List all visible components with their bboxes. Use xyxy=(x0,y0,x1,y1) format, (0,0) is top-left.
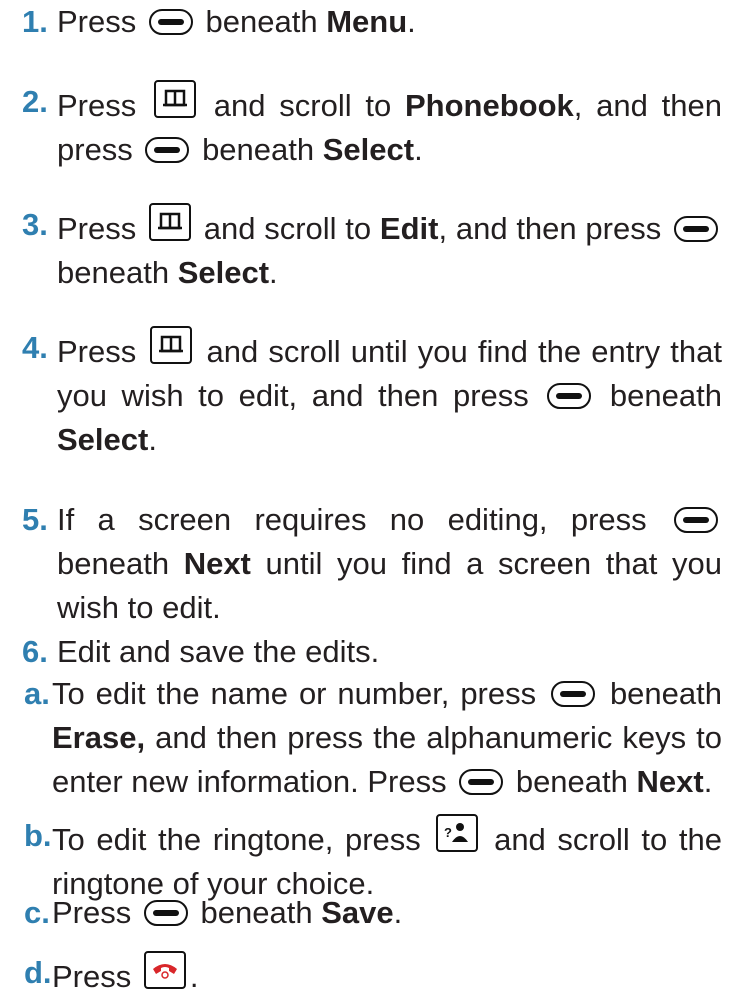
instruction-page: 1. Press beneath Menu. 2. Press and scro… xyxy=(0,0,729,1004)
text-segment: beneath xyxy=(200,895,313,930)
key-label: Select xyxy=(57,422,149,457)
substep-letter: c. xyxy=(24,895,50,930)
step-2: 2. Press and scroll to Phonebook, and th… xyxy=(22,80,722,172)
text-segment: and scroll to xyxy=(203,211,372,246)
text-segment: . xyxy=(407,4,416,39)
text-segment: beneath xyxy=(202,132,315,167)
text-segment: To edit the ringtone, press xyxy=(52,822,421,857)
text-segment: beneath xyxy=(609,676,722,711)
step-text: Press beneath Menu. xyxy=(57,0,722,44)
step-number: 5. xyxy=(22,502,48,537)
step-number: 1. xyxy=(22,4,48,39)
text-segment: Press xyxy=(52,959,132,994)
step-text: Press . xyxy=(52,951,722,999)
svg-text:?: ? xyxy=(444,825,452,840)
softkey-icon xyxy=(673,216,718,242)
key-label: Next xyxy=(636,764,704,799)
key-label: Menu xyxy=(326,4,408,39)
text-segment: beneath xyxy=(515,764,628,799)
softkey-icon xyxy=(143,900,188,926)
step-text: If a screen requires no editing, press b… xyxy=(57,498,722,630)
key-label: Next xyxy=(183,546,251,581)
text-segment: . xyxy=(269,255,278,290)
text-segment: beneath xyxy=(609,378,722,413)
end-call-key-icon xyxy=(143,951,186,989)
substep-d: d. Press . xyxy=(22,951,722,999)
key-label: Save xyxy=(321,895,394,930)
softkey-icon xyxy=(674,507,718,533)
substep-letter: d. xyxy=(24,955,52,990)
phonebook-key-icon xyxy=(149,203,191,241)
menu-item-label: Phonebook xyxy=(405,88,574,123)
phonebook-key-icon xyxy=(154,80,197,118)
text-segment: Edit and save the edits. xyxy=(57,634,380,669)
step-text: Edit and save the edits. xyxy=(57,630,722,674)
substep-a: a. To edit the name or number, press ben… xyxy=(22,672,722,804)
step-number: 3. xyxy=(22,207,48,242)
step-number: 4. xyxy=(22,330,48,365)
ringtone-key-icon: ? xyxy=(436,814,479,852)
step-number: 2. xyxy=(22,84,48,119)
step-5: 5. If a screen requires no editing, pres… xyxy=(22,498,722,630)
text-segment: beneath xyxy=(205,4,318,39)
softkey-icon xyxy=(148,9,193,35)
text-segment: beneath xyxy=(57,255,170,290)
substep-letter: a. xyxy=(24,676,50,711)
key-label: Select xyxy=(177,255,270,290)
text-segment: To edit the name or number, press xyxy=(52,676,537,711)
menu-item-label: Edit xyxy=(379,211,439,246)
substep-letter: b. xyxy=(24,818,52,853)
phonebook-key-icon xyxy=(150,326,193,364)
text-segment: beneath xyxy=(57,546,170,581)
step-text: Press and scroll to Phonebook, and then … xyxy=(57,80,722,172)
step-number: 6. xyxy=(22,634,48,669)
step-text: Press and scroll to Edit, and then press… xyxy=(57,203,722,295)
text-segment: Press xyxy=(57,334,137,369)
text-segment: . xyxy=(189,959,199,994)
substep-c: c. Press beneath Save. xyxy=(22,891,722,935)
softkey-icon xyxy=(547,383,592,409)
step-text: Press and scroll until you find the entr… xyxy=(57,326,722,462)
text-segment: Press xyxy=(57,211,137,246)
text-segment: . xyxy=(393,895,403,930)
text-segment: If a screen requires no editing, press xyxy=(57,502,647,537)
text-segment: and scroll to xyxy=(213,88,392,123)
text-segment: . xyxy=(148,422,157,457)
softkey-icon xyxy=(551,681,596,707)
text-segment: . xyxy=(703,764,713,799)
softkey-icon xyxy=(145,137,190,163)
step-1: 1. Press beneath Menu. xyxy=(22,0,722,44)
step-text: Press beneath Save. xyxy=(52,891,722,935)
step-6: 6. Edit and save the edits. xyxy=(22,630,722,674)
text-segment: , and then press xyxy=(438,211,662,246)
key-label: Select xyxy=(322,132,415,167)
text-segment: Press xyxy=(57,4,137,39)
step-4: 4. Press and scroll until you find the e… xyxy=(22,326,722,462)
text-segment: Press xyxy=(52,895,132,930)
key-label: Erase, xyxy=(52,720,146,755)
softkey-icon xyxy=(459,769,504,795)
step-text: To edit the name or number, press beneat… xyxy=(52,672,722,804)
text-segment: . xyxy=(414,132,423,167)
text-segment: Press xyxy=(57,88,137,123)
step-3: 3. Press and scroll to Edit, and then pr… xyxy=(22,203,722,295)
